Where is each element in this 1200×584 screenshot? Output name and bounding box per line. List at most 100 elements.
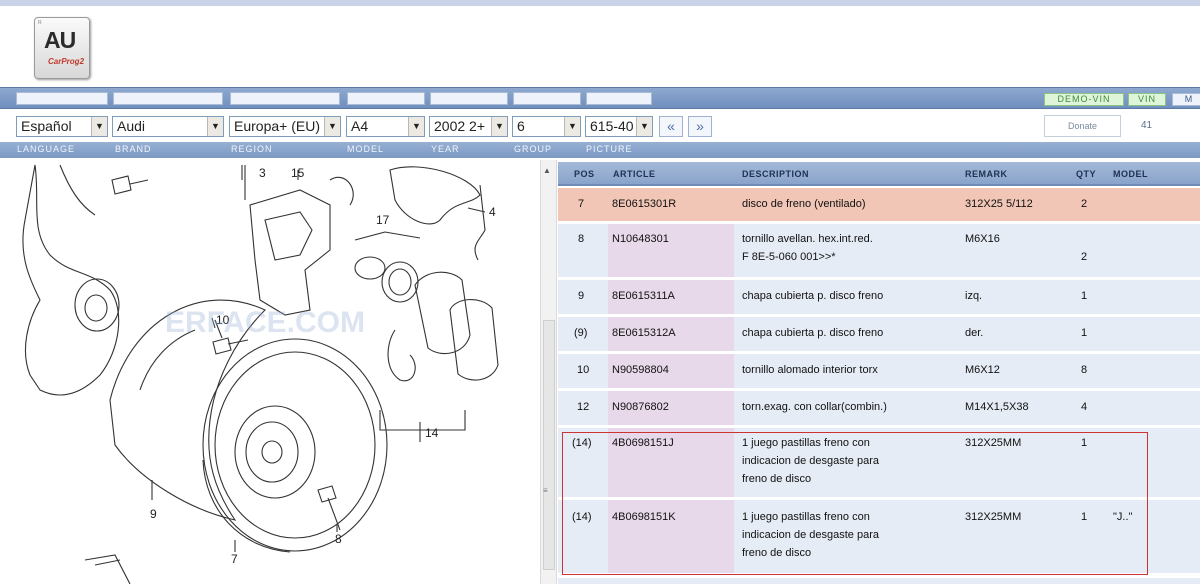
brand-tab[interactable]: [113, 92, 223, 105]
row-article: N10648301: [612, 233, 669, 245]
region-tab[interactable]: [230, 92, 340, 105]
next-picture-button[interactable]: »: [688, 116, 712, 137]
table-row[interactable]: 8 N10648301 tornillo avellan. hex.int.re…: [558, 224, 1200, 280]
grip-icon[interactable]: ≡: [543, 486, 548, 495]
col-model[interactable]: MODEL: [1113, 169, 1148, 179]
app-logo[interactable]: R AU CarProg2: [34, 17, 90, 79]
row-qty: 1: [1081, 511, 1088, 523]
row-model: "J..": [1113, 511, 1133, 523]
model-tab[interactable]: [347, 92, 425, 105]
model-select[interactable]: A4 ▼: [346, 116, 425, 137]
picture-tab[interactable]: [586, 92, 652, 105]
chevron-down-icon[interactable]: ▼: [91, 117, 107, 136]
table-row[interactable]: 12 N90876802 torn.exag. con collar(combi…: [558, 391, 1200, 428]
row-article: N90876802: [612, 401, 669, 413]
row-qty: 8: [1081, 364, 1088, 376]
table-row[interactable]: (14) 4B0698151J 1 juego pastillas freno …: [558, 428, 1200, 500]
prev-picture-button[interactable]: «: [659, 116, 683, 137]
group-tab[interactable]: [513, 92, 581, 105]
callout-15: 15: [291, 166, 305, 180]
row-remark: 312X25 5/112: [965, 198, 1033, 210]
year-tab[interactable]: [430, 92, 508, 105]
callout-3: 3: [259, 166, 266, 180]
year-value: 2002 2+: [434, 118, 485, 134]
row-remark: M14X1,5X38: [965, 401, 1029, 413]
top-border: [0, 0, 1200, 6]
row-qty: 2: [1081, 251, 1088, 263]
parts-table: POS ARTICLE DESCRIPTION REMARK QTY MODEL…: [558, 162, 1200, 584]
app-window: R AU CarProg2 DEMO-VIN VIN M Español ▼ A…: [0, 0, 1200, 584]
field-label-strip: LANGUAGE BRAND REGION MODEL YEAR GROUP P…: [0, 142, 1200, 158]
parts-diagram[interactable]: 3 15 4 17 10 14 9 7 8 ERFACE.COM: [0, 160, 540, 584]
table-row[interactable]: 9 8E0615311A chapa cubierta p. disco fre…: [558, 280, 1200, 317]
vin-button[interactable]: VIN: [1128, 93, 1166, 106]
row-qty: 4: [1081, 401, 1088, 413]
callout-14: 14: [425, 426, 439, 440]
chevron-down-icon[interactable]: ▼: [636, 117, 652, 136]
label-group: GROUP: [514, 144, 553, 154]
label-language: LANGUAGE: [17, 144, 76, 154]
picture-count: 41: [1141, 120, 1153, 131]
callout-17: 17: [376, 213, 390, 227]
logo-text: AU: [44, 27, 76, 53]
col-description[interactable]: DESCRIPTION: [742, 169, 809, 179]
chevron-down-icon[interactable]: ▼: [491, 117, 507, 136]
table-row[interactable]: (9) 8E0615312A chapa cubierta p. disco f…: [558, 317, 1200, 354]
row-pos: 8: [578, 233, 585, 245]
label-model: MODEL: [347, 144, 385, 154]
table-row[interactable]: 7 8E0615301R disco de freno (ventilado) …: [558, 188, 1200, 224]
language-tab[interactable]: [16, 92, 108, 105]
brand-select[interactable]: Audi ▼: [112, 116, 224, 137]
row-article: N90598804: [612, 364, 669, 376]
row-remark: M6X12: [965, 364, 1000, 376]
col-qty[interactable]: QTY: [1076, 169, 1096, 179]
col-pos[interactable]: POS: [574, 169, 595, 179]
row-description: torn.exag. con collar(combin.): [742, 401, 887, 413]
row-qty: 1: [1081, 327, 1088, 339]
callout-7: 7: [231, 552, 238, 566]
row-pos: 12: [577, 401, 590, 413]
picture-select[interactable]: 615-40 ▼: [585, 116, 653, 137]
chevron-down-icon[interactable]: ▼: [207, 117, 223, 136]
table-row[interactable]: (14) 4B0698151K 1 juego pastillas freno …: [558, 500, 1200, 576]
row-remark: M6X16: [965, 233, 1000, 245]
col-remark[interactable]: REMARK: [965, 169, 1008, 179]
group-select[interactable]: 6 ▼: [512, 116, 581, 137]
donate-button[interactable]: Donate: [1044, 115, 1121, 137]
row-pos: 9: [578, 290, 585, 302]
row-article: 4B0698151K: [612, 511, 676, 523]
scroll-thumb[interactable]: [543, 320, 555, 570]
row-article: 4B0698151J: [612, 437, 674, 449]
row-article: 8E0615311A: [612, 290, 675, 302]
picture-value: 615-40: [590, 118, 634, 134]
row-qty: 1: [1081, 290, 1088, 302]
row-qty: 1: [1081, 437, 1088, 449]
year-select[interactable]: 2002 2+ ▼: [429, 116, 508, 137]
row-qty: 2: [1081, 198, 1088, 210]
row-article: 8E0615301R: [612, 198, 677, 210]
group-value: 6: [517, 118, 525, 134]
table-row[interactable]: 10 N90598804 tornillo alomado interior t…: [558, 354, 1200, 391]
chevron-down-icon[interactable]: ▼: [564, 117, 580, 136]
scroll-up-icon[interactable]: ▲: [543, 166, 551, 175]
row-article: 8E0615312A: [612, 327, 676, 339]
label-year: YEAR: [431, 144, 460, 154]
demo-vin-button[interactable]: DEMO-VIN: [1044, 93, 1124, 106]
row-pos: 10: [577, 364, 590, 376]
model-value: A4: [351, 118, 369, 134]
region-value: Europa+ (EU): [234, 118, 320, 134]
row-pos: (9): [574, 327, 588, 339]
chevron-down-icon[interactable]: ▼: [408, 117, 424, 136]
row-pos: (14): [572, 437, 592, 449]
region-select[interactable]: Europa+ (EU) ▼: [229, 116, 341, 137]
table-row[interactable]: [558, 578, 1200, 584]
row-pos: 7: [578, 198, 585, 210]
diagram-scrollbar[interactable]: ▲ ≡: [540, 160, 557, 584]
more-button[interactable]: M: [1172, 93, 1200, 106]
label-region: REGION: [231, 144, 273, 154]
table-header: POS ARTICLE DESCRIPTION REMARK QTY MODEL: [558, 162, 1200, 186]
chevron-down-icon[interactable]: ▼: [324, 117, 340, 136]
language-select[interactable]: Español ▼: [16, 116, 108, 137]
col-article[interactable]: ARTICLE: [613, 169, 656, 179]
row-description: tornillo avellan. hex.int.red. F 8E-5-06…: [742, 233, 873, 263]
